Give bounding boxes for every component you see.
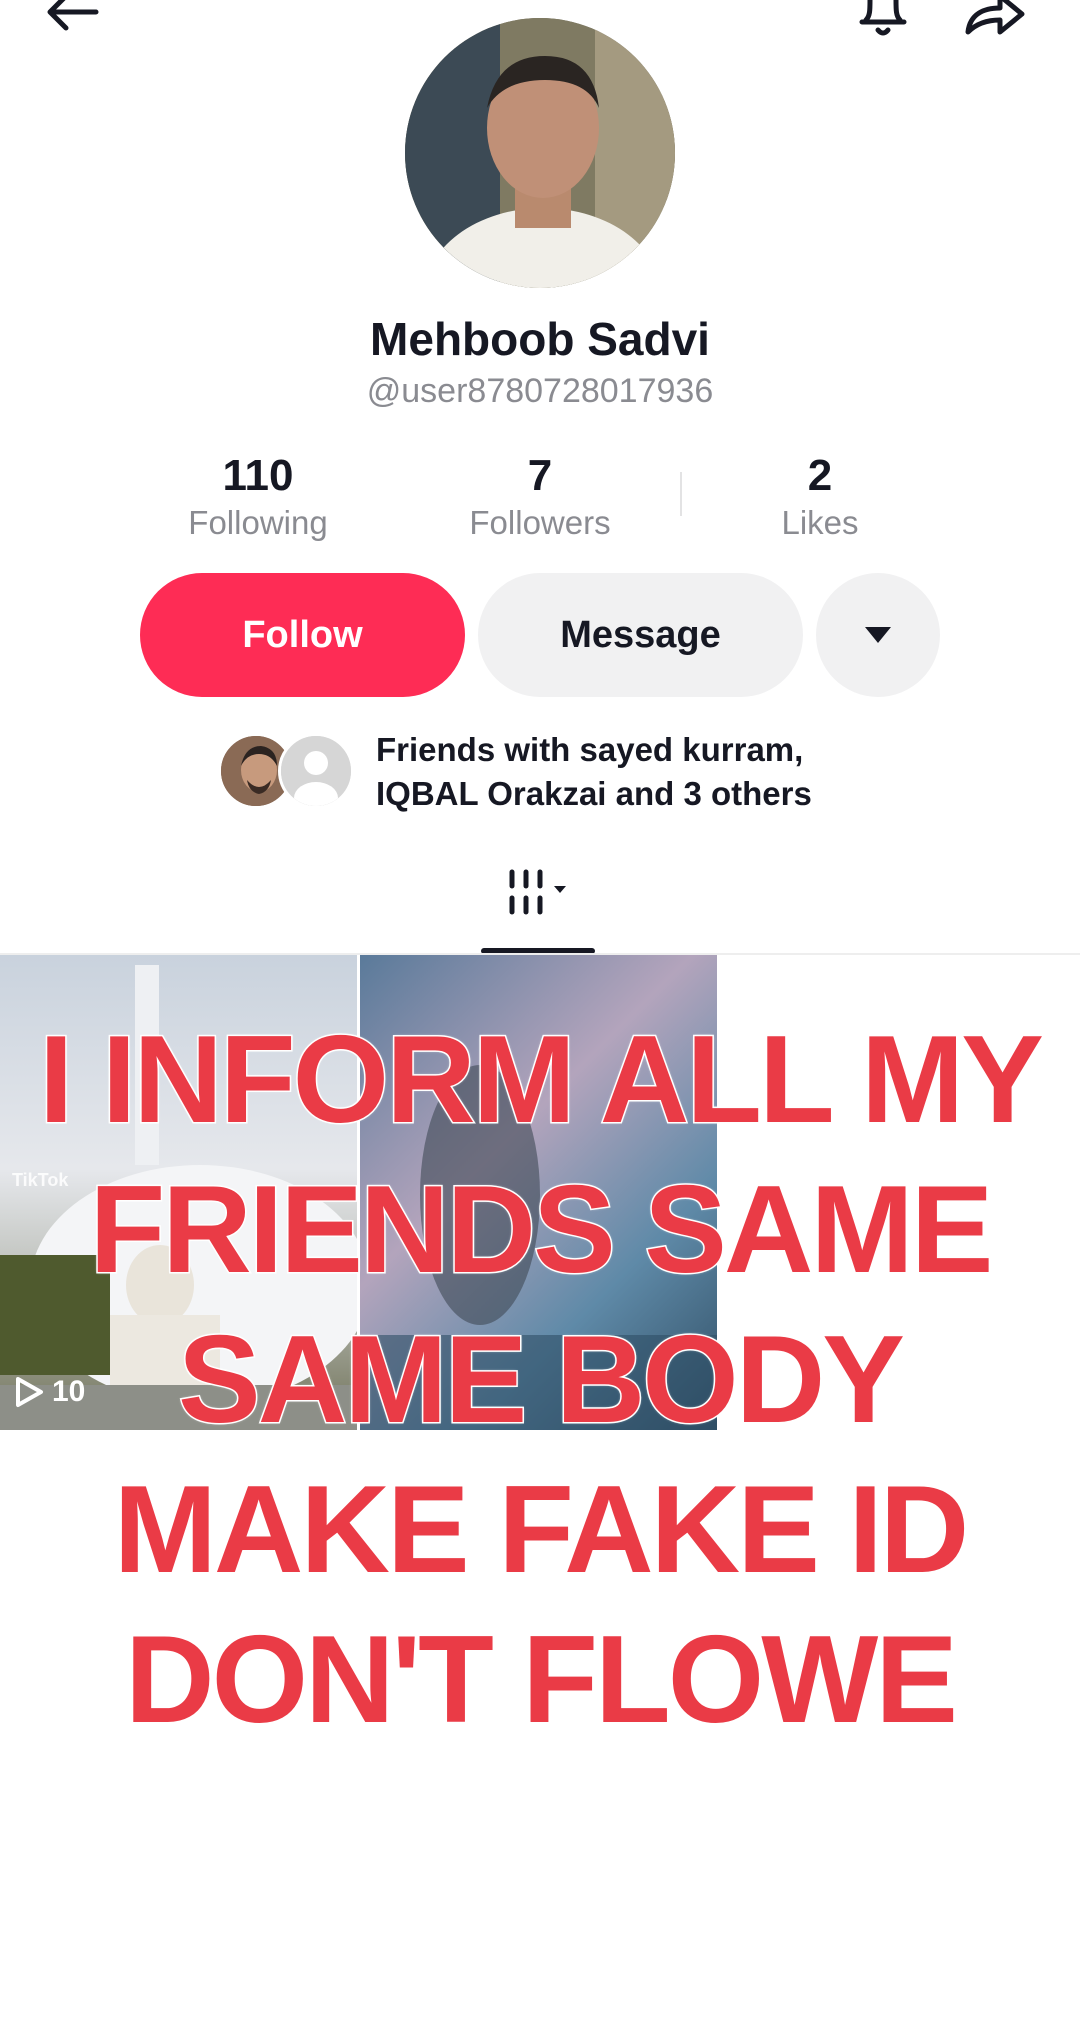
bell-icon [859,0,907,36]
profile-handle: @user8780728017936 [366,372,714,410]
notification-bell-button[interactable] [850,0,920,40]
share-icon [965,0,1025,35]
default-avatar-icon [281,736,351,806]
back-button[interactable] [36,0,106,40]
follow-button[interactable]: Follow [140,573,465,697]
overlay-line: SAME BODY [177,1310,907,1451]
likes-label: Likes [781,504,859,541]
followers-stat[interactable]: 7 Followers [410,452,670,542]
likes-count: 2 [807,451,833,500]
overlay-line: FRIENDS SAME [88,1160,995,1301]
followers-count: 7 [527,451,553,500]
share-button[interactable] [960,0,1030,40]
suggested-accounts-button[interactable] [816,573,940,697]
following-label: Following [188,504,328,541]
overlay-line: MAKE FAKE ID [112,1460,971,1601]
grid-view-icon [509,869,566,915]
tab-videos[interactable] [500,864,596,924]
mutual-friends-text[interactable]: Friends with sayed kurram, IQBAL Orakzai… [376,728,896,816]
profile-name: Mehboob Sadvi [370,313,710,365]
friend-avatar[interactable] [278,733,354,809]
mutual-friends-line-1: Friends with sayed kurram, [376,731,804,768]
avatar-photo [405,18,675,288]
chevron-down-icon [865,627,891,643]
back-arrow-icon [47,0,99,31]
following-stat[interactable]: 110 Following [128,452,388,542]
overlay-caption: I INFORM ALL MY FRIENDS SAME SAME BODY M… [30,1005,1050,1755]
profile-avatar[interactable] [405,18,675,288]
overlay-line: DON'T FLOWE [124,1610,960,1751]
stat-divider [680,472,682,516]
likes-stat[interactable]: 2 Likes [690,452,950,542]
overlay-line: I INFORM ALL MY [37,1010,1045,1151]
chevron-down-icon [554,886,566,893]
mutual-friends-line-2: IQBAL Orakzai and 3 others [376,775,812,812]
message-button[interactable]: Message [478,573,803,697]
followers-label: Followers [469,504,611,541]
following-count: 110 [222,451,294,500]
